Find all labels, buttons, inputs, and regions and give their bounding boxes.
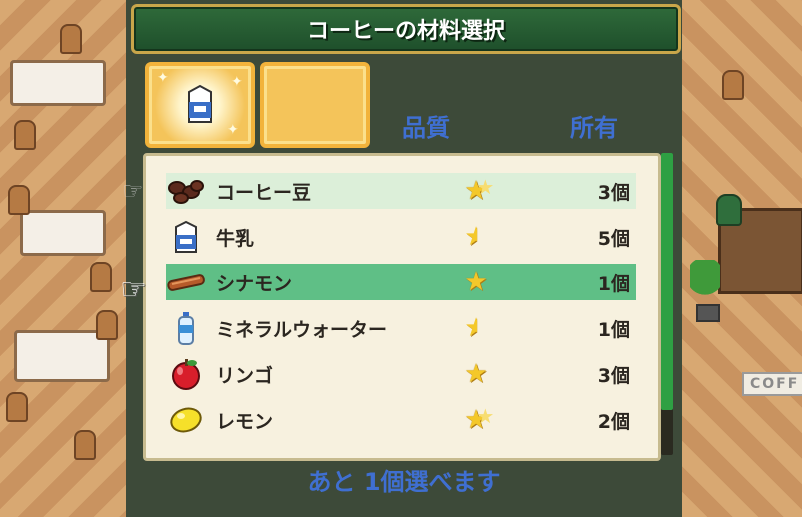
cafe-background-right: COFF	[682, 0, 802, 517]
scrollbar-thumb[interactable]	[661, 153, 673, 410]
quality-stars: ★	[446, 361, 506, 387]
quality-stars: ★	[446, 224, 506, 250]
cafe-chair	[14, 120, 36, 150]
half-star-icon: ★	[464, 313, 488, 343]
cafe-chair	[60, 24, 82, 54]
milk-carton-icon	[166, 220, 206, 253]
cafe-chair	[6, 392, 28, 422]
item-count: 1個	[597, 318, 630, 341]
star-icon: ★	[476, 175, 495, 199]
item-name: リンゴ	[216, 364, 274, 387]
item-name: レモン	[216, 410, 274, 433]
cafe-chair	[8, 185, 30, 215]
quality-stars: ★ ★	[446, 175, 506, 204]
milk-carton-icon	[188, 84, 212, 123]
apple-icon	[166, 358, 206, 390]
quality-stars: ★	[446, 269, 506, 295]
half-star-icon: ★	[464, 222, 488, 252]
cafe-background-left	[0, 0, 126, 517]
sparkle-icon: ✦	[227, 122, 239, 138]
item-count: 2個	[597, 410, 630, 433]
list-item-selected[interactable]: シナモン ★ 1個	[166, 264, 636, 300]
remaining-selection-text: あと 1個選べます	[307, 468, 501, 496]
cafe-table	[10, 60, 106, 106]
item-name: コーヒー豆	[216, 181, 312, 204]
sparkle-icon: ✦	[157, 70, 169, 86]
item-count: 3個	[597, 181, 630, 204]
list-item[interactable]: リンゴ ★ 3個	[166, 356, 636, 392]
star-icon: ★	[464, 267, 488, 297]
owned-column-header: 所有	[570, 114, 618, 142]
item-name: ミネラルウォーター	[216, 318, 388, 341]
coffee-beans-icon	[166, 175, 206, 207]
list-item[interactable]: コーヒー豆 ★ ★ 3個	[166, 173, 636, 209]
sparkle-icon: ✦	[231, 74, 243, 90]
list-item[interactable]: 牛乳 ★ 5個	[166, 219, 636, 255]
title-bar: コーヒーの材料選択	[131, 4, 681, 54]
item-name: シナモン	[216, 272, 293, 295]
plant-pot	[696, 304, 720, 322]
item-count: 3個	[597, 364, 630, 387]
hand-pointer-icon: ☞	[120, 272, 147, 307]
item-name: 牛乳	[216, 227, 255, 250]
ingredient-list: コーヒー豆 ★ ★ 3個 牛乳 ★ 5個 シナモン ★ 1個 ミネラルウォーター…	[143, 153, 661, 461]
cafe-chair	[74, 430, 96, 460]
list-item[interactable]: レモン ★ ★ 2個	[166, 402, 636, 438]
hand-pointer-icon: ☞	[122, 177, 144, 205]
item-count: 5個	[597, 227, 630, 250]
cafe-chair	[96, 310, 118, 340]
lemon-icon	[166, 404, 206, 436]
quality-stars: ★	[446, 315, 506, 341]
clerk-sprite	[716, 194, 742, 226]
ingredient-slot-2[interactable]	[260, 62, 370, 148]
list-item[interactable]: ミネラルウォーター ★ 1個	[166, 310, 636, 346]
cinnamon-stick-icon	[166, 266, 206, 298]
quality-column-header: 品質	[402, 114, 450, 142]
star-icon: ★	[476, 404, 495, 428]
plant-icon	[690, 260, 720, 306]
item-count: 1個	[597, 272, 630, 295]
cafe-table	[20, 210, 106, 256]
star-icon: ★	[464, 359, 488, 389]
quality-stars: ★ ★	[446, 404, 506, 433]
cafe-sign: COFF	[742, 372, 802, 396]
cafe-chair	[90, 262, 112, 292]
cafe-chair	[722, 70, 744, 100]
water-bottle-icon	[166, 312, 206, 345]
ingredient-slot-1[interactable]: ✦ ✦ ✦	[145, 62, 255, 148]
window-title: コーヒーの材料選択	[306, 19, 505, 44]
